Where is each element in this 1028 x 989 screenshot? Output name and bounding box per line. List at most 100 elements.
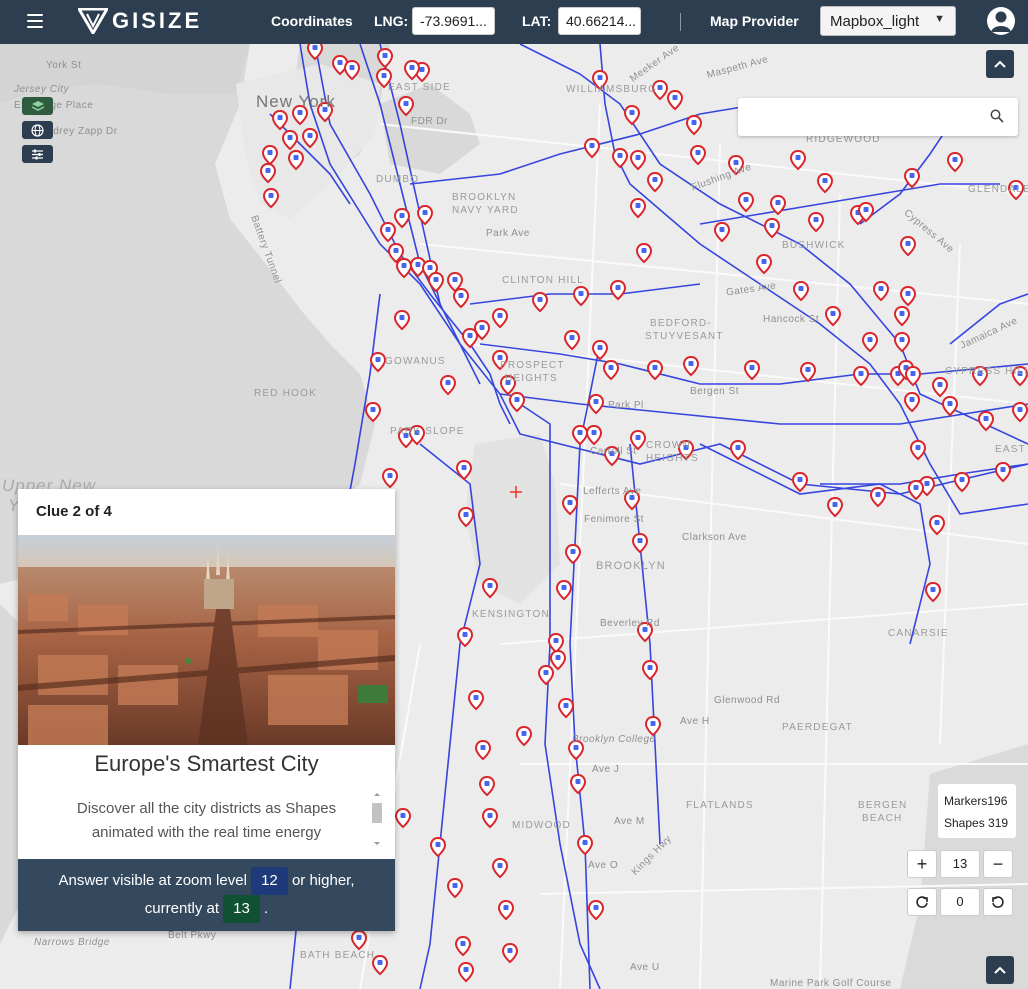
- map-label: BROOKLYN: [596, 560, 666, 572]
- markers-count: 196: [987, 794, 1008, 808]
- map-label: RED HOOK: [254, 388, 317, 399]
- map-label: FLATLANDS: [686, 800, 754, 811]
- zoom-out-button[interactable]: −: [983, 850, 1013, 878]
- layers-button[interactable]: [22, 97, 53, 115]
- map-label: BATH BEACH: [300, 950, 376, 961]
- map-label: Carroll St: [590, 446, 637, 457]
- rotation-field[interactable]: 0: [940, 888, 980, 916]
- map-label: CLINTON HILL: [502, 275, 585, 286]
- map-label: NAVY YARD: [452, 205, 519, 216]
- map-label: Ave M: [614, 816, 645, 827]
- lng-input[interactable]: -73.9691...: [412, 7, 495, 35]
- collapse-top-button[interactable]: [986, 50, 1014, 78]
- map-stats: Markers196 Shapes 319: [938, 784, 1016, 838]
- zoom-requirement-banner: Answer visible at zoom level 12 or highe…: [18, 859, 395, 931]
- chevron-up-icon: [994, 966, 1006, 974]
- map-label: Fenimore St: [584, 514, 644, 525]
- map-label: BROOKLYN: [452, 192, 517, 203]
- map-label: KENSINGTON: [472, 609, 550, 620]
- map-label: Ave J: [592, 764, 620, 775]
- footer-current-prefix: currently at: [144, 900, 219, 917]
- map-label: Ave U: [630, 962, 660, 973]
- menu-icon[interactable]: [27, 14, 43, 28]
- map-label: DUMBO: [376, 174, 420, 185]
- map-label: GOWANUS: [385, 356, 446, 367]
- map-label: MIDWOOD: [512, 820, 571, 831]
- chevron-up-icon: [994, 60, 1006, 68]
- search-icon[interactable]: [990, 109, 1004, 123]
- map-label: BEACH: [862, 813, 903, 824]
- top-bar: GISIZE Coordinates LNG: -73.9691... LAT:…: [0, 0, 1028, 44]
- globe-icon: [31, 123, 44, 137]
- user-avatar-icon[interactable]: [987, 7, 1015, 35]
- map-label: CYPRESS HILLS: [945, 366, 1028, 377]
- map-label: HEIGHTS: [505, 373, 558, 384]
- lat-input[interactable]: 40.66214...: [558, 7, 641, 35]
- map-label: New York: [256, 92, 336, 111]
- map-provider-select[interactable]: Mapbox_light ▼: [820, 6, 956, 36]
- lng-label: LNG:: [374, 13, 409, 29]
- map-label: STUYVESANT: [645, 331, 724, 342]
- logo-mark-icon: [78, 8, 108, 34]
- map-label: CANARSIE: [888, 628, 949, 639]
- clue-description-text: Discover all the city districts as Shape…: [76, 800, 337, 841]
- map-label: PAERDEGAT: [782, 722, 853, 733]
- footer-mid: or higher,: [291, 872, 355, 889]
- shapes-label: Shapes: [944, 816, 985, 830]
- rotate-right-button[interactable]: [907, 888, 937, 916]
- footer-suffix: .: [264, 900, 269, 917]
- map-label: HEIGHTS: [646, 453, 699, 464]
- sliders-icon: [32, 149, 43, 159]
- map-label: WILLIAMSBURG: [566, 84, 658, 95]
- map-label: Park Pl: [608, 400, 644, 411]
- description-scrollbar[interactable]: [371, 791, 383, 847]
- reset-rotation-button[interactable]: [983, 888, 1013, 916]
- logo[interactable]: GISIZE: [78, 8, 202, 34]
- shapes-count: 319: [988, 816, 1009, 830]
- map-label: York St: [46, 60, 82, 71]
- current-zoom-badge: 13: [223, 895, 260, 923]
- layers-icon: [31, 101, 44, 111]
- divider: [680, 13, 681, 31]
- clue-header: Clue 2 of 4: [36, 503, 112, 520]
- chevron-down-icon: ▼: [934, 13, 945, 25]
- map-label: BEDFORD-: [650, 318, 712, 329]
- map-label: Lefferts Ave: [583, 486, 642, 497]
- markers-label: Markers: [944, 794, 988, 808]
- map-label: CROWN: [646, 440, 691, 451]
- map-label: Narrows Bridge: [34, 937, 110, 948]
- map-label: PROSPECT: [500, 360, 565, 371]
- map-label: Glenwood Rd: [714, 695, 781, 706]
- map-label: Marine Park Golf Course: [770, 978, 892, 989]
- lat-label: LAT:: [522, 13, 552, 29]
- map-provider-value: Mapbox_light: [830, 13, 920, 30]
- clue-image: [18, 535, 395, 745]
- footer-prefix: Answer visible at zoom level: [58, 872, 247, 889]
- map-provider-label: Map Provider: [710, 13, 799, 29]
- map-label: Brooklyn College: [572, 734, 656, 745]
- clue-title: Europe's Smartest City: [94, 751, 319, 776]
- clue-description: Discover all the city districts as Shape…: [18, 785, 395, 857]
- map-label: Belt Pkwy: [168, 930, 217, 941]
- map-label: PARK SLOPE: [390, 426, 465, 437]
- map-label: Beverley Rd: [600, 618, 660, 629]
- map-label: BUSHWICK: [782, 240, 846, 251]
- globe-button[interactable]: [22, 121, 53, 139]
- map-label: EAST NEW: [995, 444, 1028, 455]
- map-label: FDR Dr: [411, 116, 448, 127]
- map-label: Ave O: [588, 860, 619, 871]
- map-label: BERGEN: [858, 800, 908, 811]
- settings-button[interactable]: [22, 145, 53, 163]
- map-label: Clarkson Ave: [682, 532, 747, 543]
- logo-text: GISIZE: [112, 8, 203, 33]
- map-label: Bergen St: [690, 386, 739, 397]
- map-label: Hancock St: [763, 314, 820, 325]
- clue-panel: Clue 2 of 4 Europe's Smartest City Disco…: [18, 489, 395, 931]
- map-label: EAST SIDE: [388, 82, 451, 93]
- map-label: GLENDALE: [968, 184, 1028, 195]
- zoom-level-field[interactable]: 13: [940, 850, 980, 878]
- search-input[interactable]: [738, 98, 1018, 136]
- collapse-bottom-button[interactable]: [986, 956, 1014, 984]
- rotate-cw-icon: [916, 896, 928, 908]
- zoom-in-button[interactable]: +: [907, 850, 937, 878]
